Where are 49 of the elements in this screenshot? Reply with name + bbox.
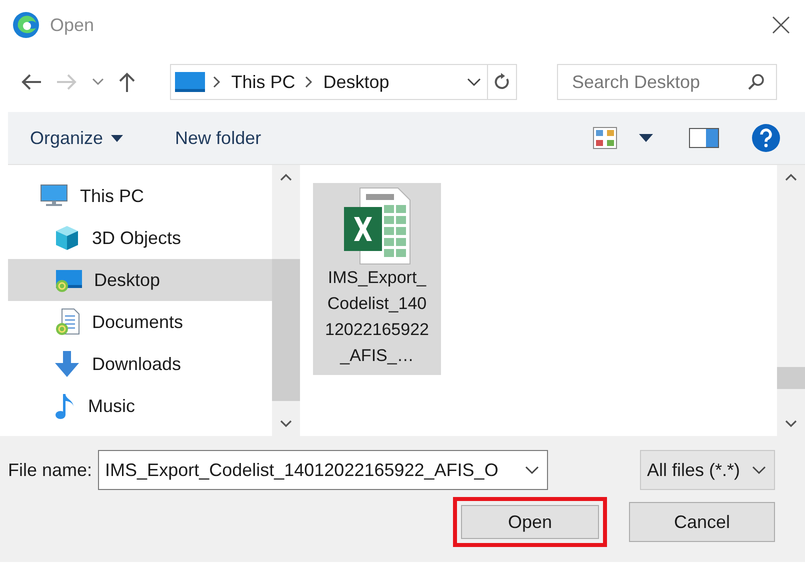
help-icon[interactable]	[751, 123, 781, 153]
search-icon	[747, 73, 765, 91]
documents-icon	[54, 308, 80, 336]
preview-pane-icon[interactable]	[689, 128, 719, 148]
monitor-icon	[175, 72, 206, 92]
up-arrow-icon[interactable]	[118, 71, 136, 93]
chevron-right-icon	[305, 76, 314, 88]
chevron-down-icon[interactable]	[466, 77, 481, 87]
sidebar-item[interactable]: 3D Objects	[8, 217, 272, 259]
scroll-down-icon[interactable]	[785, 420, 797, 428]
computer-icon	[40, 184, 68, 208]
desktop-icon	[54, 268, 82, 292]
close-icon[interactable]	[771, 15, 791, 35]
file-name-field[interactable]: IMS_Export_Codelist_14012022165922_AFIS_O	[98, 450, 548, 490]
refresh-icon[interactable]	[492, 72, 511, 92]
breadcrumb-item[interactable]: This PC	[229, 72, 298, 92]
scrollbar-thumb[interactable]	[272, 259, 300, 401]
chevron-down-icon	[752, 465, 766, 475]
caret-icon	[111, 134, 124, 142]
search-field[interactable]: Search Desktop	[557, 64, 777, 100]
chevron-down-icon[interactable]	[525, 465, 540, 475]
dialog-button[interactable]: Open	[453, 497, 607, 547]
cube-icon	[54, 225, 80, 251]
scrollbar-thumb[interactable]	[777, 367, 805, 389]
scroll-down-icon[interactable]	[280, 420, 292, 428]
sidebar-item[interactable]: This PC	[8, 175, 272, 217]
sidebar-item[interactable]: Downloads	[8, 343, 272, 385]
caret-icon[interactable]	[639, 134, 653, 142]
view-options-icon[interactable]	[593, 127, 617, 149]
app-logo-icon	[12, 11, 40, 39]
field-label: File name:	[8, 460, 92, 480]
breadcrumb-item[interactable]: Desktop	[321, 72, 392, 92]
scroll-up-icon[interactable]	[785, 173, 797, 181]
chevron-right-icon	[213, 76, 222, 88]
sidebar-item[interactable]: Documents	[8, 301, 272, 343]
scroll-up-icon[interactable]	[280, 173, 292, 181]
file-type-dropdown[interactable]: All files (*.*)	[640, 450, 775, 490]
sidebar-item[interactable]: Music	[8, 385, 272, 427]
download-arrow-icon	[54, 350, 80, 378]
dialog-button[interactable]: Cancel	[629, 502, 775, 542]
menu-button[interactable]: Organize	[30, 124, 124, 152]
spreadsheet-file-icon	[342, 187, 412, 265]
file-item[interactable]: IMS_Export_Codelist_14012022165922_AFIS_…	[313, 183, 441, 375]
toolbar-button[interactable]: New folder	[175, 124, 262, 152]
sidebar-item[interactable]: Desktop	[8, 259, 272, 301]
address-bar[interactable]: This PC Desktop	[170, 64, 488, 100]
back-arrow-icon[interactable]	[20, 73, 42, 91]
window-title: Open	[50, 14, 96, 36]
music-note-icon	[54, 392, 76, 420]
